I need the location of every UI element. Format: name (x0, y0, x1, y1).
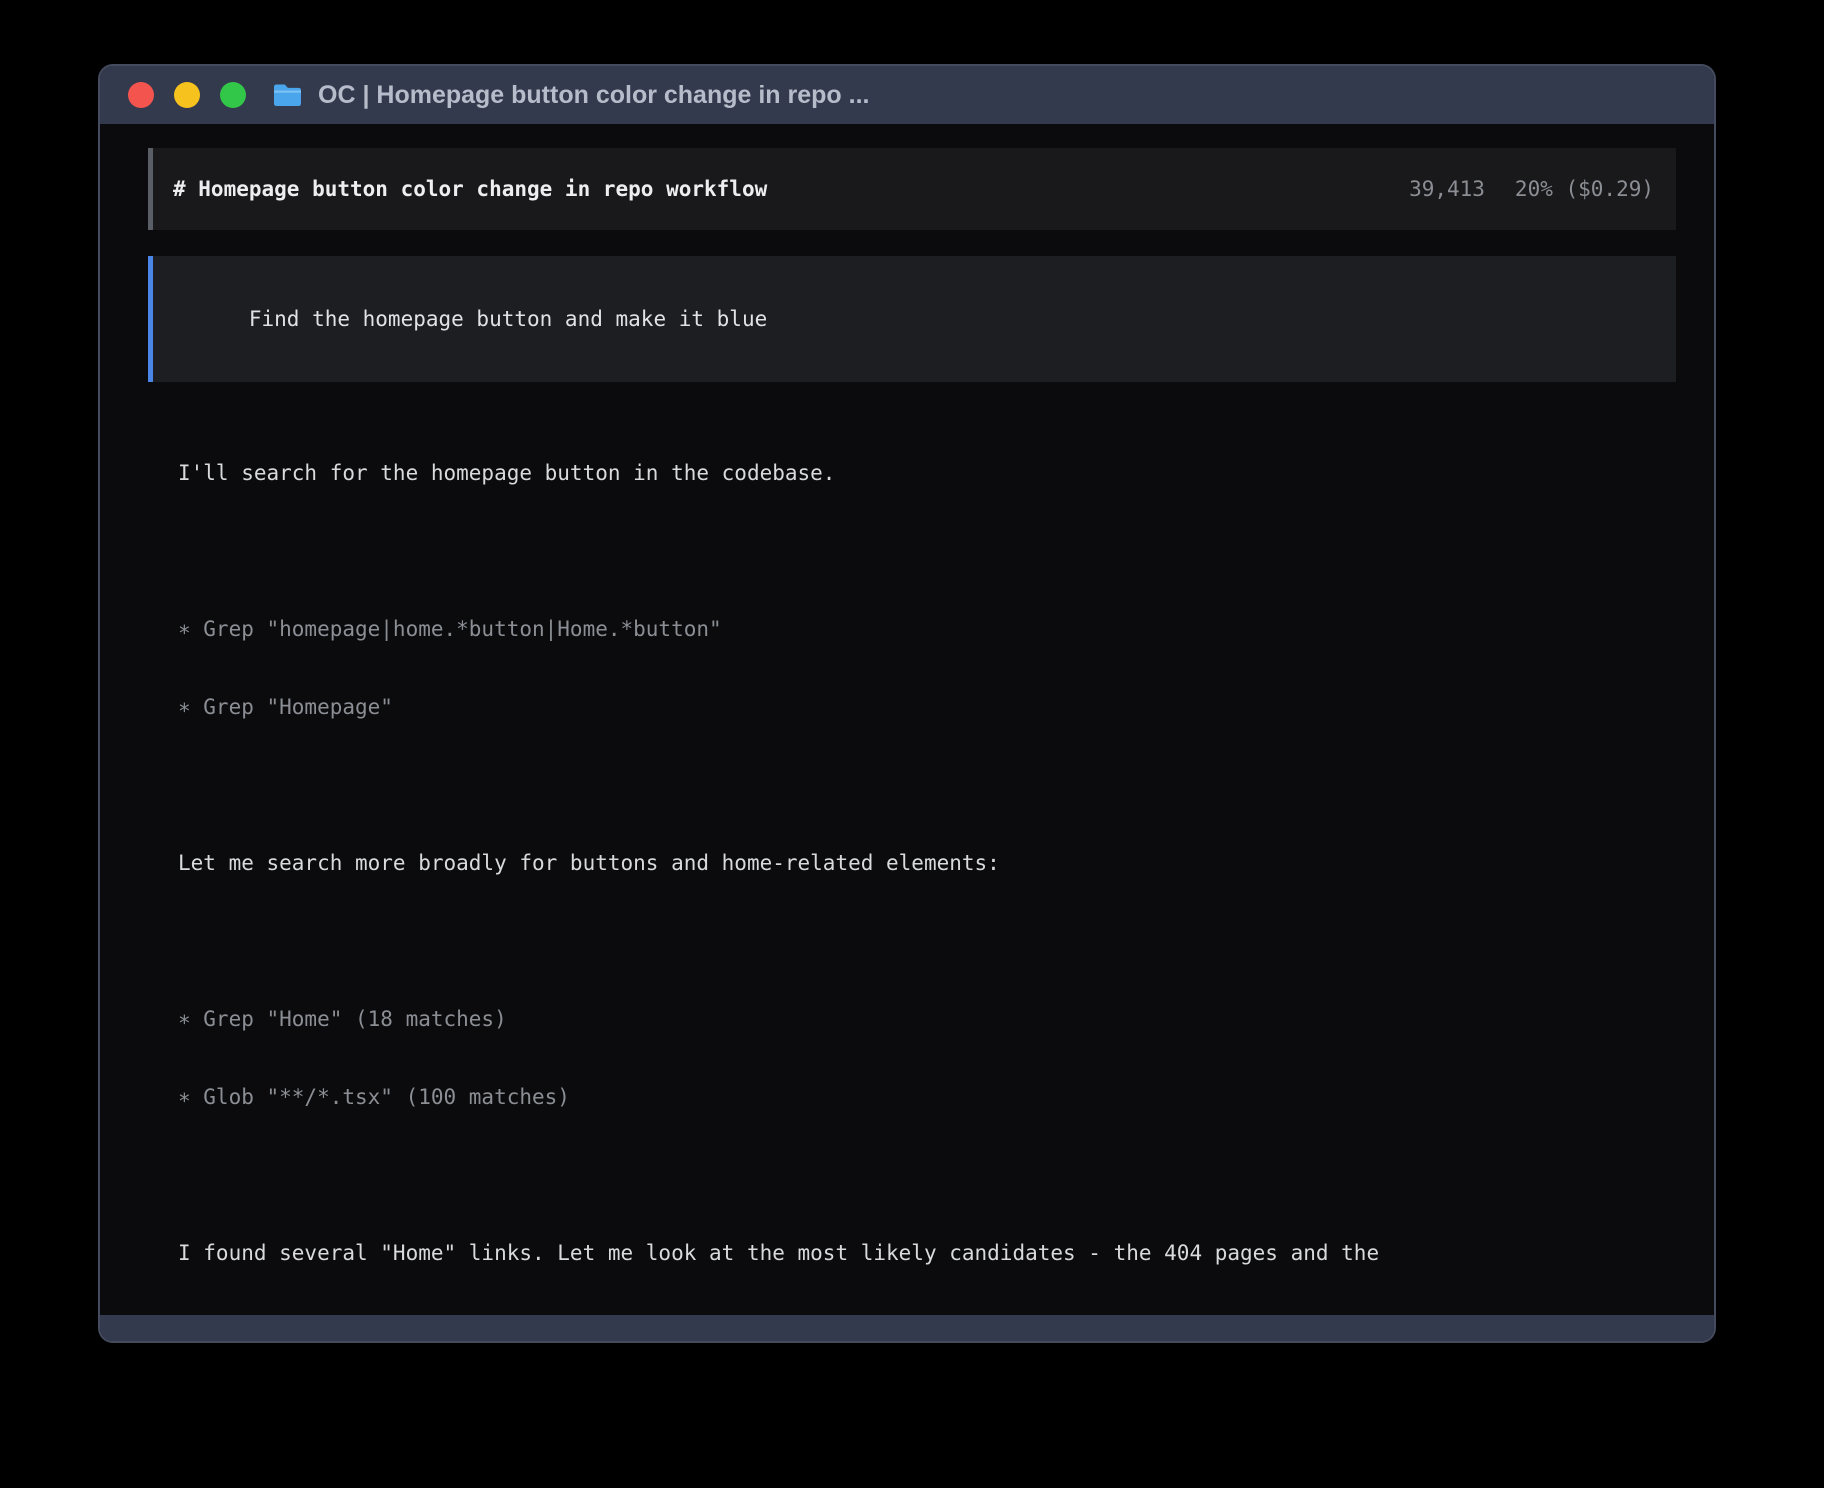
user-message-text: Find the homepage button and make it blu… (249, 307, 767, 331)
folder-icon (272, 82, 303, 108)
user-message: Find the homepage button and make it blu… (148, 256, 1676, 382)
terminal-content: # Homepage button color change in repo w… (100, 124, 1714, 1315)
tool-call-line: ∗ Grep "homepage|home.*button|Home.*butt… (178, 616, 1676, 642)
tool-call-line: ∗ Grep "Home" (18 matches) (178, 1006, 1676, 1032)
assistant-text-line: I found several "Home" links. Let me loo… (178, 1240, 1676, 1266)
assistant-message: I found several "Home" links. Let me loo… (178, 1188, 1676, 1315)
session-title: # Homepage button color change in repo w… (173, 176, 767, 202)
window-bottom-strip (100, 1315, 1714, 1341)
tool-call-line: ∗ Grep "Homepage" (178, 694, 1676, 720)
assistant-text-line: I'll search for the homepage button in t… (178, 460, 1676, 486)
session-stats: 39,413 20% ($0.29) (1409, 176, 1654, 202)
terminal-window: OC | Homepage button color change in rep… (100, 66, 1714, 1341)
tool-call-line: ∗ Glob "**/*.tsx" (100 matches) (178, 1084, 1676, 1110)
tool-call-group: ∗ Grep "homepage|home.*button|Home.*butt… (178, 564, 1676, 772)
close-button[interactable] (128, 82, 154, 108)
window-titlebar[interactable]: OC | Homepage button color change in rep… (100, 66, 1714, 124)
zoom-button[interactable] (220, 82, 246, 108)
assistant-message: Let me search more broadly for buttons a… (178, 798, 1676, 928)
traffic-lights (128, 82, 246, 108)
token-count: 39,413 (1409, 176, 1485, 202)
minimize-button[interactable] (174, 82, 200, 108)
assistant-message: I'll search for the homepage button in t… (178, 408, 1676, 538)
context-cost: 20% ($0.29) (1515, 176, 1654, 202)
assistant-text-line: Let me search more broadly for buttons a… (178, 850, 1676, 876)
session-header: # Homepage button color change in repo w… (148, 148, 1676, 230)
tool-call-group: ∗ Grep "Home" (18 matches) ∗ Glob "**/*.… (178, 954, 1676, 1162)
window-title: OC | Homepage button color change in rep… (318, 81, 869, 110)
